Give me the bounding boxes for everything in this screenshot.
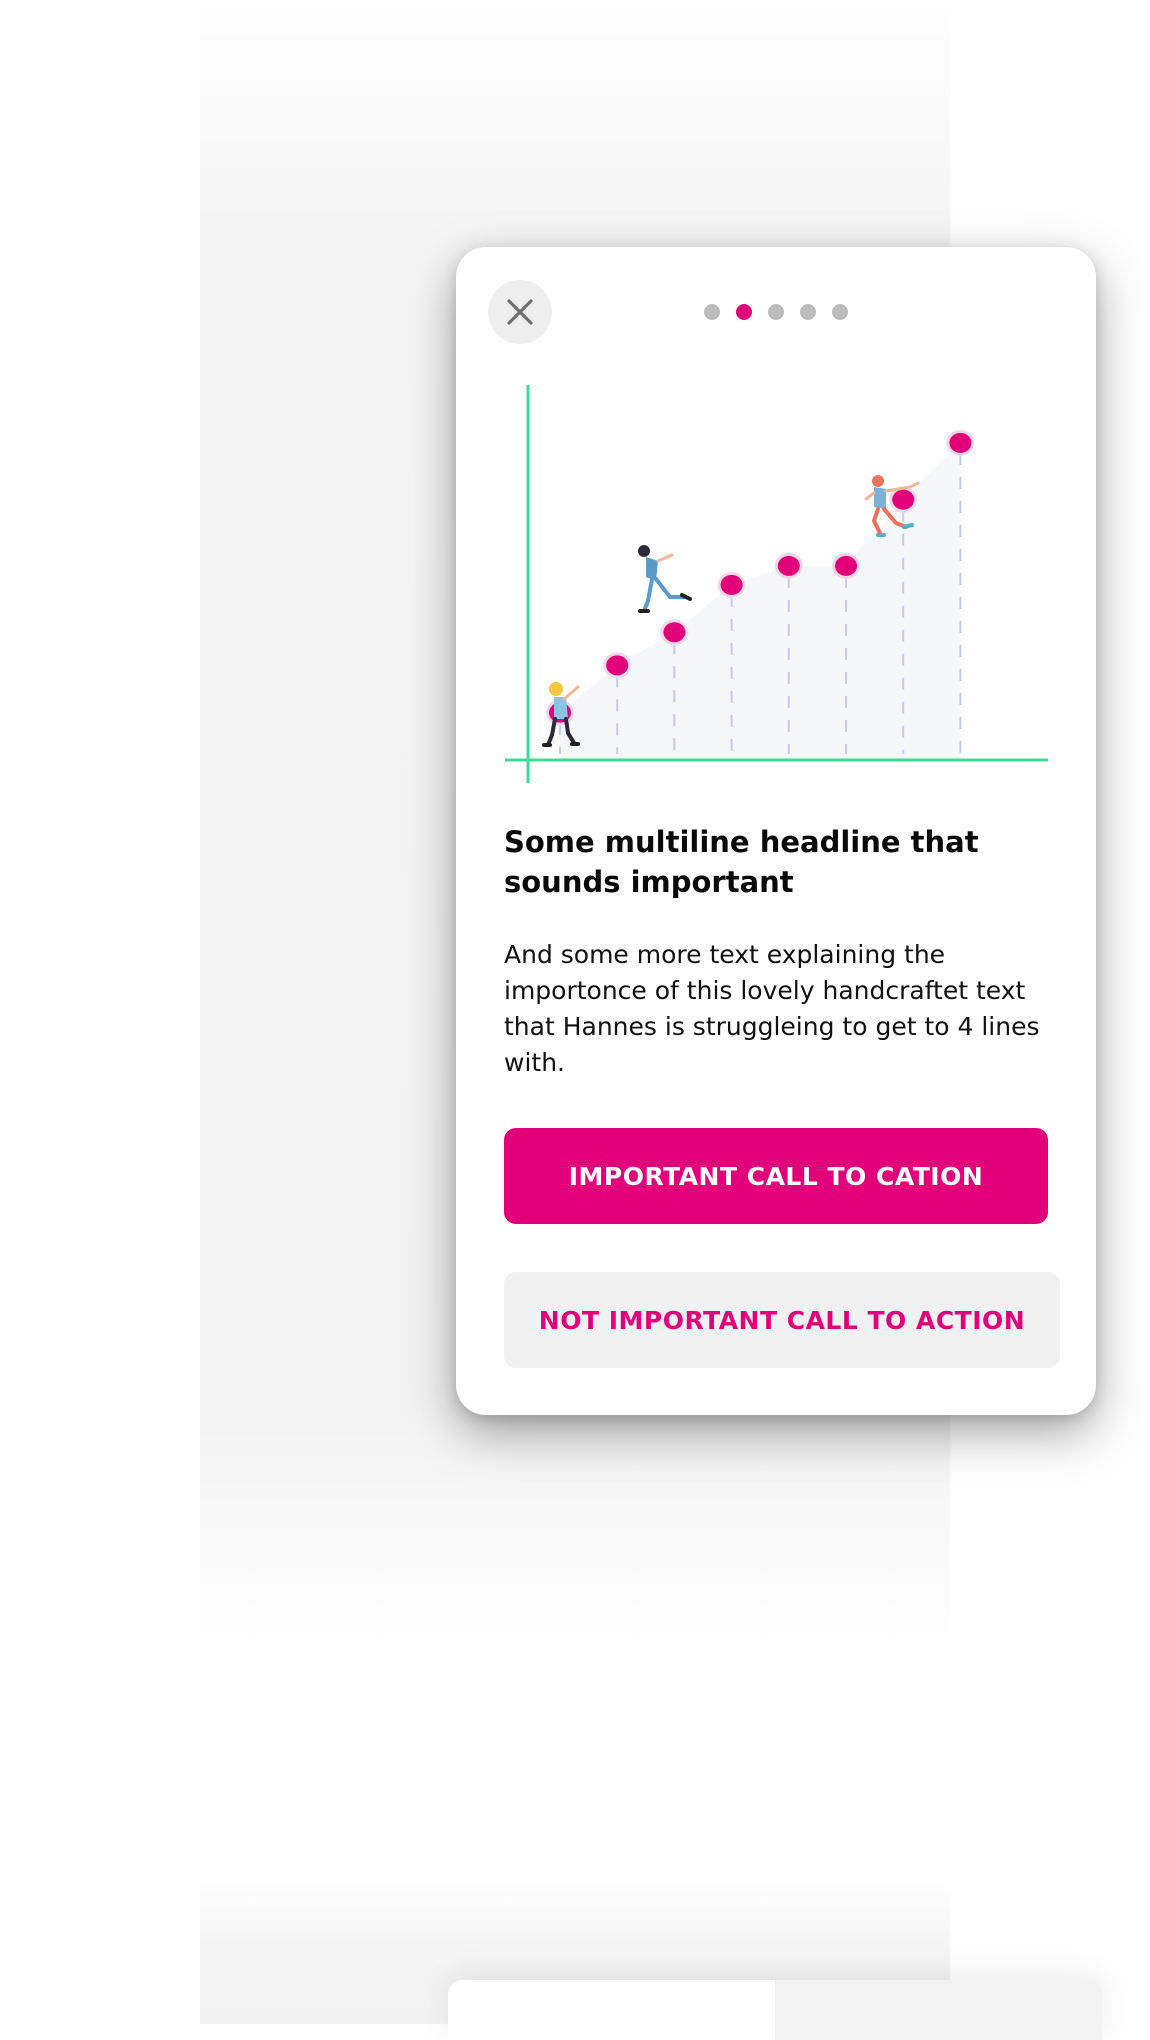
- climber-figure-2: [638, 545, 692, 613]
- close-button[interactable]: [488, 280, 552, 344]
- growth-chart-illustration: [505, 385, 1048, 783]
- pagination-dots: [704, 304, 848, 320]
- close-icon: [507, 299, 533, 325]
- chart-point-5: [777, 555, 800, 576]
- app-background: Some multiline headline that sounds impo…: [200, 0, 1102, 2040]
- body-text: And some more text explaining the import…: [504, 940, 1040, 1077]
- headline: Some multiline headline that sounds impo…: [504, 825, 979, 899]
- chart-point-8: [949, 432, 972, 453]
- primary-cta-button[interactable]: IMPORTANT CALL TO CATION: [504, 1128, 1048, 1224]
- chart-point-4: [720, 574, 743, 595]
- secondary-cta-button[interactable]: NOT IMPORTANT CALL TO ACTION: [504, 1272, 1060, 1368]
- next-card-right-panel: [775, 1980, 1102, 2040]
- onboarding-modal: Some multiline headline that sounds impo…: [456, 247, 1096, 1415]
- chart-point-7: [892, 489, 915, 510]
- pagination-dot-2[interactable]: [736, 304, 752, 320]
- pagination-dot-5[interactable]: [832, 304, 848, 320]
- pagination-dot-3[interactable]: [768, 304, 784, 320]
- chart-point-6: [835, 555, 857, 576]
- chart-point-3: [663, 622, 686, 643]
- pagination-dot-1[interactable]: [704, 304, 720, 320]
- pagination-dot-4[interactable]: [800, 304, 816, 320]
- chart-point-2: [606, 655, 629, 676]
- next-card-peek: [448, 1980, 1102, 2040]
